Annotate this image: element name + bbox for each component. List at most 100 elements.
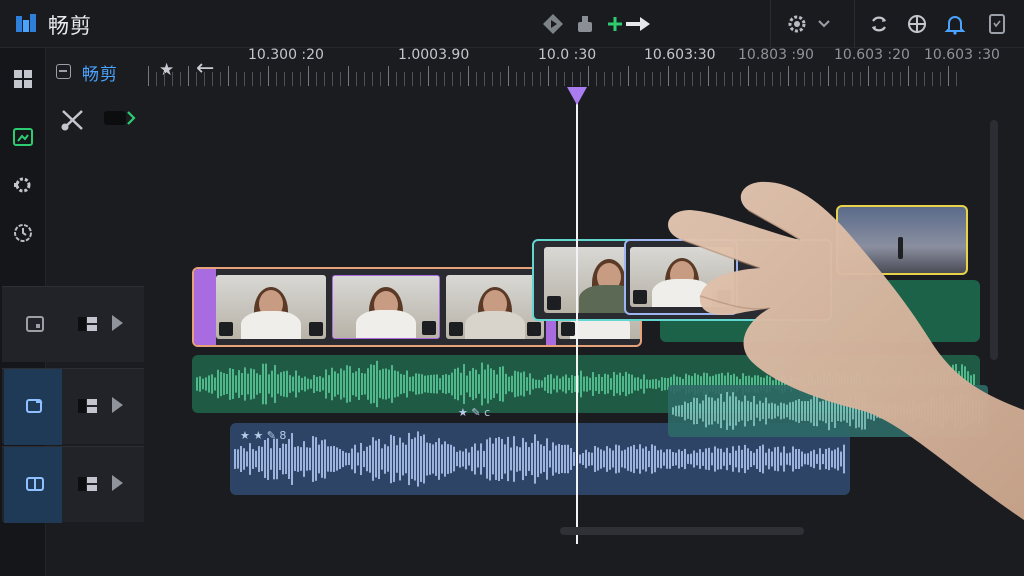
- selected-video-clip[interactable]: [624, 239, 738, 315]
- clip-markers: ★ ✎ ϲ: [458, 406, 491, 419]
- music-track-icon[interactable]: [24, 473, 46, 495]
- waveform-bar: [702, 452, 704, 466]
- waveform-bar: [978, 397, 980, 425]
- vertical-scrollbar[interactable]: [990, 120, 998, 360]
- waveform-bar: [321, 440, 323, 478]
- app-title: 畅剪: [48, 14, 92, 38]
- video-track-header[interactable]: [2, 286, 144, 362]
- waveform-bar: [972, 398, 974, 424]
- waveform-bar: [442, 374, 444, 394]
- waveform-bar: [732, 446, 734, 472]
- settings-gear-icon[interactable]: [784, 11, 810, 37]
- split-cut-icon[interactable]: [60, 108, 88, 132]
- waveform-bar: [726, 392, 728, 430]
- waveform-bar: [819, 401, 821, 421]
- waveform-bar: [705, 394, 707, 428]
- time-ruler[interactable]: 10.300 :20 1.0003.90 10.0 :30 10.603:30 …: [148, 44, 1000, 90]
- waveform-bar: [391, 365, 393, 403]
- waveform-bar: [408, 432, 410, 486]
- crosshair-icon[interactable]: [904, 11, 930, 37]
- waveform-bar: [651, 444, 653, 474]
- waveform-bar: [499, 366, 501, 402]
- document-icon[interactable]: [984, 11, 1010, 37]
- track-lock-icon[interactable]: [78, 315, 98, 333]
- play-circle-icon[interactable]: [540, 11, 566, 37]
- waveform-bar: [463, 364, 465, 404]
- waveform-bar: [262, 363, 264, 405]
- export-icon[interactable]: [572, 11, 598, 37]
- waveform-bar: [804, 453, 806, 465]
- waveform-bar: [424, 375, 426, 393]
- waveform-bar: [690, 453, 692, 465]
- waveform-bar: [373, 365, 375, 403]
- waveform-bar: [544, 377, 546, 391]
- clock-badge-icon[interactable]: [8, 218, 38, 248]
- track-lock-icon[interactable]: [78, 475, 98, 493]
- waveform-bar: [405, 444, 407, 474]
- waveform-bar: [430, 374, 432, 394]
- track-lock-icon[interactable]: [78, 397, 98, 415]
- snap-toggle-icon[interactable]: [104, 108, 136, 128]
- waveform-bar: [723, 452, 725, 466]
- waveform-bar: [813, 396, 815, 426]
- waveform-bar: [750, 451, 752, 467]
- effects-gear-icon[interactable]: [8, 170, 38, 200]
- waveform-bar: [813, 449, 815, 469]
- waveform-bar: [825, 448, 827, 470]
- horizontal-scrollbar[interactable]: [560, 527, 804, 535]
- waveform-bar: [205, 377, 207, 391]
- playhead-handle[interactable]: [567, 87, 587, 105]
- waveform-bar: [508, 376, 510, 392]
- audio-track-icon[interactable]: [24, 395, 46, 417]
- waveform-bar: [711, 452, 713, 466]
- collapse-icon[interactable]: [56, 64, 71, 79]
- waveform-bar: [957, 397, 959, 425]
- waveform-bar: [963, 394, 965, 428]
- waveform-bar: [237, 449, 239, 469]
- waveform-bar: [628, 373, 630, 395]
- waveform-bar: [640, 379, 642, 389]
- track-expand-icon[interactable]: [112, 397, 123, 413]
- media-icon[interactable]: [8, 122, 38, 152]
- waveform-bar: [256, 373, 258, 395]
- music-track-header[interactable]: [2, 446, 144, 523]
- notification-bell-icon[interactable]: [942, 11, 968, 37]
- chevron-down-icon[interactable]: [814, 11, 834, 37]
- waveform-bar: [789, 452, 791, 466]
- audio-clip-highlight[interactable]: [668, 385, 988, 437]
- waveform-bar: [355, 371, 357, 397]
- waveform-bar: [354, 444, 356, 474]
- waveform-bar: [831, 400, 833, 422]
- waveform-bar: [279, 447, 281, 471]
- ruler-label: 10.603:30: [644, 47, 716, 63]
- waveform-bar: [693, 450, 695, 468]
- waveform-bar: [396, 445, 398, 473]
- waveform-bar: [543, 446, 545, 472]
- waveform-bar: [297, 446, 299, 472]
- grid-icon[interactable]: [8, 64, 38, 94]
- waveform-bar: [729, 396, 731, 426]
- playhead-line[interactable]: [576, 94, 578, 544]
- track-expand-icon[interactable]: [112, 475, 123, 491]
- waveform-bar: [729, 453, 731, 465]
- add-transition-icon[interactable]: [604, 11, 654, 37]
- waveform-bar: [376, 360, 378, 408]
- audio-track-header[interactable]: [2, 368, 144, 445]
- waveform-bar: [244, 367, 246, 401]
- waveform-bar: [807, 453, 809, 465]
- waveform-bar: [247, 373, 249, 395]
- clip-handle[interactable]: [194, 269, 216, 345]
- waveform-bar: [678, 449, 680, 469]
- waveform-bar: [423, 434, 425, 484]
- video-clip-landscape[interactable]: [836, 205, 968, 275]
- waveform-bar: [267, 438, 269, 480]
- sync-icon[interactable]: [866, 11, 892, 37]
- video-track-icon[interactable]: [24, 313, 46, 335]
- waveform-bar: [366, 446, 368, 472]
- waveform-bar: [882, 403, 884, 419]
- waveform-bar: [475, 369, 477, 399]
- track-expand-icon[interactable]: [112, 315, 123, 331]
- waveform-bar: [681, 451, 683, 467]
- waveform-bar: [271, 370, 273, 398]
- waveform-bar: [822, 400, 824, 422]
